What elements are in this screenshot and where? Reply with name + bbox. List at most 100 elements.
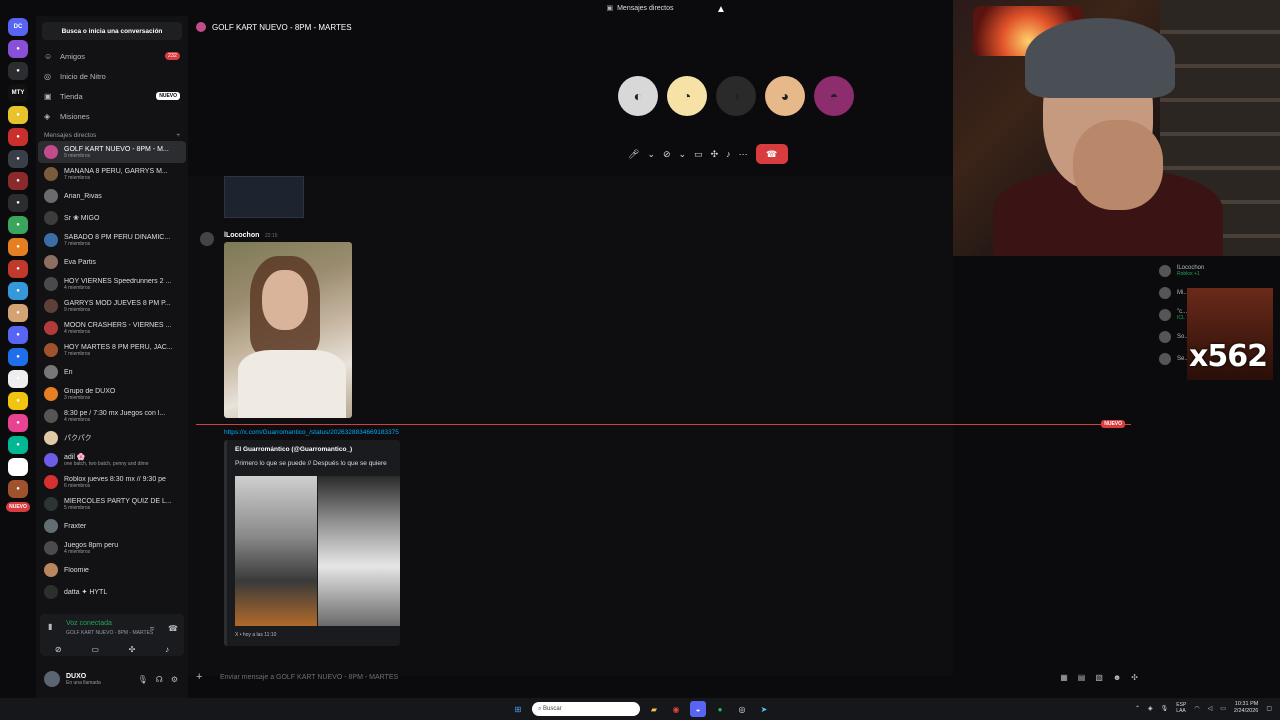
list-item[interactable]: datta ✦ HYTL [38,581,186,603]
server-icon[interactable]: ● [8,40,28,58]
add-dm-button[interactable]: + [176,132,180,139]
embed-image[interactable] [235,476,317,626]
server-icon[interactable]: ● [8,326,28,344]
discord-icon[interactable]: ◒ [690,701,706,717]
sticker-icon[interactable]: ▧ [1095,673,1103,682]
server-icon[interactable]: ● [8,480,28,498]
network-icon[interactable]: ◈ [1148,705,1153,712]
chevron-up-icon[interactable]: ⌃ [1135,705,1140,712]
headphones-icon[interactable]: ☊ [156,675,163,684]
list-item[interactable]: Arian_Rivas [38,185,186,207]
list-item[interactable]: Juegos 8pm peru 4 miembros [38,537,186,559]
server-icon[interactable]: ● [8,260,28,278]
server-icon[interactable]: ● [8,106,28,124]
screen-share-icon[interactable]: ▭ [694,149,703,160]
server-icon[interactable]: ● [8,128,28,146]
wifi-icon[interactable]: ◠ [1194,705,1199,712]
server-icon[interactable]: ● [8,392,28,410]
server-icon[interactable]: ● [8,194,28,212]
message-link[interactable]: https://x.com/Guarromantico_/status/2026… [224,429,399,436]
hang-up-button[interactable]: ☎ [755,144,788,164]
embed-image[interactable] [318,476,400,626]
list-item[interactable]: HOY VIERNES Speedrunners 2 ... 4 miembros [38,273,186,295]
participant-avatar[interactable]: ◔ [667,76,707,116]
participant-avatar[interactable]: ◕ [765,76,805,116]
more-icon[interactable]: ⋯ [739,149,748,160]
notifications-icon[interactable]: ▢ [1266,705,1272,712]
camera-off-icon[interactable]: ⊘ [55,645,62,654]
avatar[interactable] [200,232,214,246]
sidebar-item-shop[interactable]: ▣ Tienda NUEVO [36,86,188,106]
list-item[interactable]: GARRYS MOD JUEVES 8 PM P... 9 miembros [38,295,186,317]
nuevo-pill[interactable]: NUEVO [6,502,30,512]
list-item[interactable]: Eva Partis [38,251,186,273]
server-icon[interactable]: DC [8,18,28,36]
list-item[interactable]: Floomie [38,559,186,581]
steam-icon[interactable]: ➤ [756,701,772,717]
microphone-icon[interactable]: 🎙 [1161,705,1169,712]
message-photo[interactable] [224,242,352,418]
search-conversation-button[interactable]: Busca o inicia una conversación [42,22,182,40]
attach-plus-icon[interactable]: + [196,671,210,683]
embed-title[interactable]: El Guarromántico (@Guarromantico_) [235,446,352,453]
participant-avatar[interactable]: ◑ [716,76,756,116]
server-icon[interactable]: MTY [8,84,28,102]
server-icon[interactable]: ● [8,62,28,80]
sidebar-item-nitro[interactable]: ◎ Inicio de Nitro [36,66,188,86]
list-item[interactable]: GOLF KART NUEVO - 8PM - M... 9 miembros [38,141,186,163]
avatar[interactable] [44,671,60,687]
voice-channel[interactable]: GOLF KART NUEVO - 8PM - MARTES [66,630,153,636]
participant-avatar[interactable]: ◓ [814,76,854,116]
server-icon[interactable]: ● [8,370,28,388]
server-icon[interactable]: ● [8,458,28,476]
list-item[interactable]: Sr ❀ MIGO [38,207,186,229]
server-icon[interactable]: ● [8,304,28,322]
lang-indicator[interactable]: ESP LAA [1176,702,1186,714]
list-item[interactable]: MIERCOLES PARTY QUIZ DE L... 5 miembros [38,493,186,515]
message-input[interactable]: Enviar mensaje a GOLF KART NUEVO - 8PM -… [220,674,398,681]
list-item[interactable]: Grupo de DUXO 3 miembros [38,383,186,405]
volume-icon[interactable]: ◁ [1208,705,1213,712]
apps-icon[interactable]: ✣ [1131,673,1138,682]
message-author[interactable]: lLocochon [224,232,259,239]
obs-icon[interactable]: ◎ [734,701,750,717]
settings-gear-icon[interactable]: ⚙ [171,675,178,684]
taskbar-search[interactable]: ⌕ Buscar [532,702,640,716]
shared-image-thumbnail[interactable] [224,176,304,218]
list-item[interactable]: HOY MARTES 8 PM PERU, JAC... 7 miembros [38,339,186,361]
gift-icon[interactable]: ▦ [1060,673,1068,682]
chevron-down-icon[interactable]: ⌄ [647,149,655,160]
folder-icon[interactable]: ▰ [646,701,662,717]
server-icon[interactable]: ● [8,216,28,234]
list-item[interactable]: 8:30 pe / 7:30 mx Juegos con l... 4 miemb… [38,405,186,427]
list-item[interactable]: SABADO 8 PM PERU DINAMIC... 7 miembros [38,229,186,251]
windows-start-icon[interactable]: ⊞ [510,701,526,717]
list-item[interactable]: MAÑANA 8 PERU, GARRYS M... 7 miembros [38,163,186,185]
activities-icon[interactable]: ✣ [711,149,719,160]
voice-member[interactable]: lLocochon Roblox +1 [1153,260,1280,282]
server-icon[interactable]: ● [8,348,28,366]
camera-off-icon[interactable]: ⊘ [663,149,671,160]
battery-icon[interactable]: ▭ [1220,705,1226,712]
microphone-icon[interactable]: 🎤︎ [628,149,639,160]
sidebar-item-quests[interactable]: ◈ Misiones [36,106,188,126]
disconnect-icon[interactable]: ☎ [168,624,178,633]
server-icon[interactable]: ● [8,150,28,168]
screen-share-icon[interactable]: ▭ [91,645,99,654]
list-item[interactable]: Eri [38,361,186,383]
spotify-icon[interactable]: ● [712,701,728,717]
gif-icon[interactable]: ▤ [1078,673,1086,682]
participant-avatar[interactable]: ◐ [618,76,658,116]
list-item[interactable]: MOON CRASHERS - VIERNES ... 4 miembros [38,317,186,339]
server-icon[interactable]: ● [8,414,28,432]
server-icon[interactable]: ● [8,282,28,300]
soundboard-icon[interactable]: ♪ [726,149,731,159]
list-item[interactable]: Roblox jueves 8:30 mx // 9:30 pe 6 miembr… [38,471,186,493]
server-icon[interactable]: ● [8,172,28,190]
list-item[interactable]: パクパク [38,427,186,449]
server-icon[interactable]: ● [8,436,28,454]
microphone-icon[interactable]: 🎙 [138,675,148,684]
sidebar-item-friends[interactable]: ☺ Amigos 232 [36,46,188,66]
server-icon[interactable]: ● [8,238,28,256]
clock[interactable]: 10:31 PM 2/24/2026 [1234,701,1258,715]
